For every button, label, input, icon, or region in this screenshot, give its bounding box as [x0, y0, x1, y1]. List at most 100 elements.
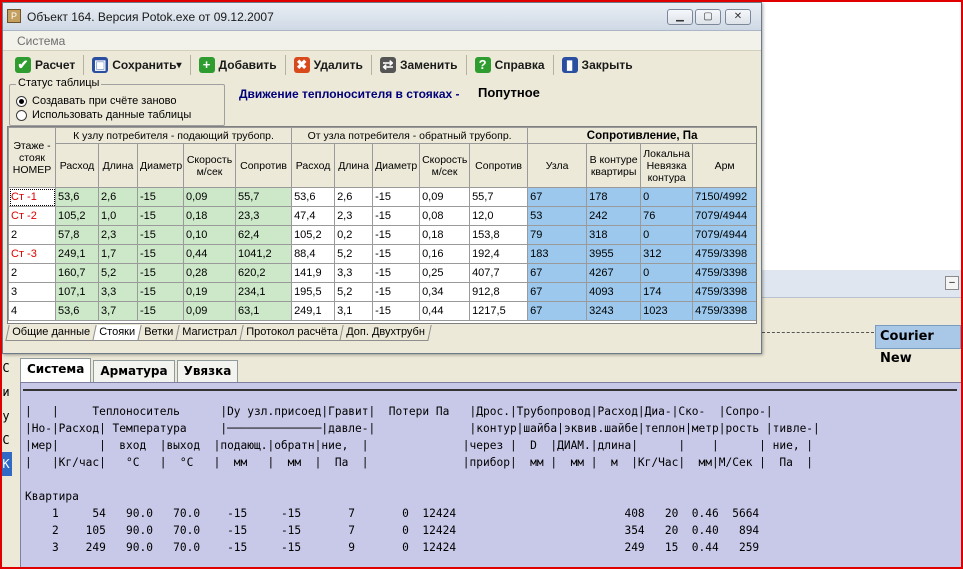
- cell-supply[interactable]: 55,7: [234, 187, 293, 207]
- sheet-tab[interactable]: Доп. Двухтрубн: [339, 325, 432, 341]
- cell-return[interactable]: -15: [372, 263, 421, 283]
- cell-resistance[interactable]: 7150/4992: [692, 187, 756, 207]
- cell-return[interactable]: 1217,5: [469, 301, 529, 321]
- cell-supply[interactable]: 62,4: [234, 225, 293, 245]
- cell-supply[interactable]: 3,7: [98, 301, 138, 321]
- cell-return[interactable]: 0,16: [419, 244, 471, 264]
- cell-supply[interactable]: -15: [137, 187, 184, 207]
- col-return-resist[interactable]: Сопротив: [469, 143, 529, 188]
- chevron-down-icon[interactable]: ▾: [177, 60, 182, 71]
- cell-resistance[interactable]: 4759/3398: [692, 301, 756, 321]
- cell-resistance[interactable]: 3955: [586, 244, 642, 264]
- cell-return[interactable]: 3,1: [334, 301, 374, 321]
- cell-resistance[interactable]: 183: [527, 244, 588, 264]
- cell-return[interactable]: 0,34: [419, 282, 471, 302]
- col-return-speed[interactable]: Скорость м/сек: [419, 143, 471, 188]
- report-tab[interactable]: Увязка: [176, 360, 239, 382]
- cell-return[interactable]: 153,8: [469, 225, 529, 245]
- cell-resistance[interactable]: 79: [527, 225, 588, 245]
- minimize-icon[interactable]: –: [945, 276, 959, 290]
- cell-supply[interactable]: 0,10: [183, 225, 236, 245]
- cell-return[interactable]: 192,4: [469, 244, 529, 264]
- cell-resistance[interactable]: 4759/3398: [692, 263, 756, 283]
- cell-supply[interactable]: 1041,2: [234, 244, 293, 264]
- table-row[interactable]: 2 57,8 2,3 -15 0,10 62,4 105,2 0,2 -15 0,18 153,8 7…: [8, 225, 756, 245]
- cell-resistance[interactable]: 67: [527, 187, 588, 207]
- font-indicator[interactable]: Courier New: [875, 325, 961, 366]
- cell-resistance[interactable]: 4759/3398: [692, 282, 756, 302]
- cell-return[interactable]: 912,8: [469, 282, 529, 302]
- cell-supply[interactable]: 1,0: [98, 206, 138, 226]
- cell-return[interactable]: 0,09: [419, 187, 471, 207]
- cell-resistance[interactable]: 4093: [586, 282, 642, 302]
- cell-return[interactable]: 47,4: [291, 206, 336, 226]
- col-in-loop[interactable]: В контуре квартиры: [586, 143, 642, 188]
- cell-return[interactable]: 0,08: [419, 206, 471, 226]
- cell-return[interactable]: 141,9: [291, 263, 336, 283]
- toolbar-button-2[interactable]: + Добавить: [193, 54, 283, 76]
- cell-return[interactable]: 195,5: [291, 282, 336, 302]
- col-supply-diameter[interactable]: Диаметр: [137, 143, 184, 188]
- radio-dot[interactable]: [16, 95, 27, 107]
- cell-return[interactable]: -15: [372, 187, 421, 207]
- cell-return[interactable]: 88,4: [291, 244, 336, 264]
- cell-resistance[interactable]: 1023: [640, 301, 694, 321]
- sheet-tab[interactable]: Протокол расчёта: [238, 325, 345, 341]
- table-row[interactable]: 4 53,6 3,7 -15 0,09 63,1 249,1 3,1 -15 0,44 1217,5…: [8, 301, 756, 321]
- cell-supply[interactable]: 53,6: [55, 301, 99, 321]
- cell-resistance[interactable]: 0: [640, 263, 694, 283]
- col-supply-resist[interactable]: Сопротив: [234, 143, 293, 188]
- cell-supply[interactable]: 0,18: [183, 206, 236, 226]
- cell-resistance[interactable]: 3243: [586, 301, 642, 321]
- radio-dot[interactable]: [16, 109, 27, 121]
- cell-supply[interactable]: 0,09: [183, 187, 236, 207]
- report-tab[interactable]: Система: [20, 358, 92, 382]
- cell-return[interactable]: 0,44: [419, 301, 471, 321]
- sheet-tab[interactable]: Ветки: [137, 325, 180, 341]
- cell-floor[interactable]: 2: [8, 263, 56, 283]
- cell-floor[interactable]: 2: [8, 225, 56, 245]
- cell-supply[interactable]: 620,2: [234, 263, 293, 283]
- cell-return[interactable]: 55,7: [469, 187, 529, 207]
- close-button[interactable]: ✕: [725, 9, 751, 25]
- cell-return[interactable]: -15: [372, 225, 421, 245]
- cell-return[interactable]: 3,3: [334, 263, 374, 283]
- cell-resistance[interactable]: 318: [586, 225, 642, 245]
- cell-return[interactable]: 2,3: [334, 206, 374, 226]
- cell-supply[interactable]: -15: [137, 263, 184, 283]
- sheet-tab[interactable]: Стояки: [92, 325, 142, 341]
- table-row[interactable]: Ст -3 249,1 1,7 -15 0,44 1041,2 88,4 5,2 -15 0,16…: [8, 244, 756, 264]
- cell-supply[interactable]: 0,19: [183, 282, 236, 302]
- cell-resistance[interactable]: 4759/3398: [692, 244, 756, 264]
- cell-resistance[interactable]: 67: [527, 301, 588, 321]
- cell-resistance[interactable]: 4267: [586, 263, 642, 283]
- cell-supply[interactable]: 160,7: [55, 263, 99, 283]
- cell-supply[interactable]: 107,1: [55, 282, 99, 302]
- cell-supply[interactable]: -15: [137, 206, 184, 226]
- cell-resistance[interactable]: 0: [640, 187, 694, 207]
- cell-supply[interactable]: -15: [137, 282, 184, 302]
- col-floor[interactable]: Этаже - стояк НОМЕР: [8, 127, 56, 188]
- table-row[interactable]: 3 107,1 3,3 -15 0,19 234,1 195,5 5,2 -15 0,34 912,…: [8, 282, 756, 302]
- col-supply-length[interactable]: Длина: [98, 143, 138, 188]
- cell-supply[interactable]: 0,28: [183, 263, 236, 283]
- cell-return[interactable]: 0,18: [419, 225, 471, 245]
- minimize-button[interactable]: ▁: [667, 9, 693, 25]
- cell-resistance[interactable]: 0: [640, 225, 694, 245]
- cell-supply[interactable]: 5,2: [98, 263, 138, 283]
- cell-resistance[interactable]: 53: [527, 206, 588, 226]
- cell-resistance[interactable]: 67: [527, 282, 588, 302]
- col-fittings[interactable]: Арм: [692, 143, 756, 188]
- cell-supply[interactable]: -15: [137, 244, 184, 264]
- cell-supply[interactable]: 2,6: [98, 187, 138, 207]
- cell-supply[interactable]: 23,3: [234, 206, 293, 226]
- cell-supply[interactable]: 234,1: [234, 282, 293, 302]
- cell-return[interactable]: 5,2: [334, 282, 374, 302]
- cell-supply[interactable]: -15: [137, 301, 184, 321]
- col-return-diameter[interactable]: Диаметр: [372, 143, 421, 188]
- calculate-button[interactable]: ✔ Расчет: [9, 54, 81, 76]
- toolbar-button-1[interactable]: ▣ Сохранить ▾: [86, 54, 187, 76]
- toolbar-button-6[interactable]: ▮ Закрыть: [556, 54, 639, 76]
- cell-supply[interactable]: 3,3: [98, 282, 138, 302]
- cell-supply[interactable]: 249,1: [55, 244, 99, 264]
